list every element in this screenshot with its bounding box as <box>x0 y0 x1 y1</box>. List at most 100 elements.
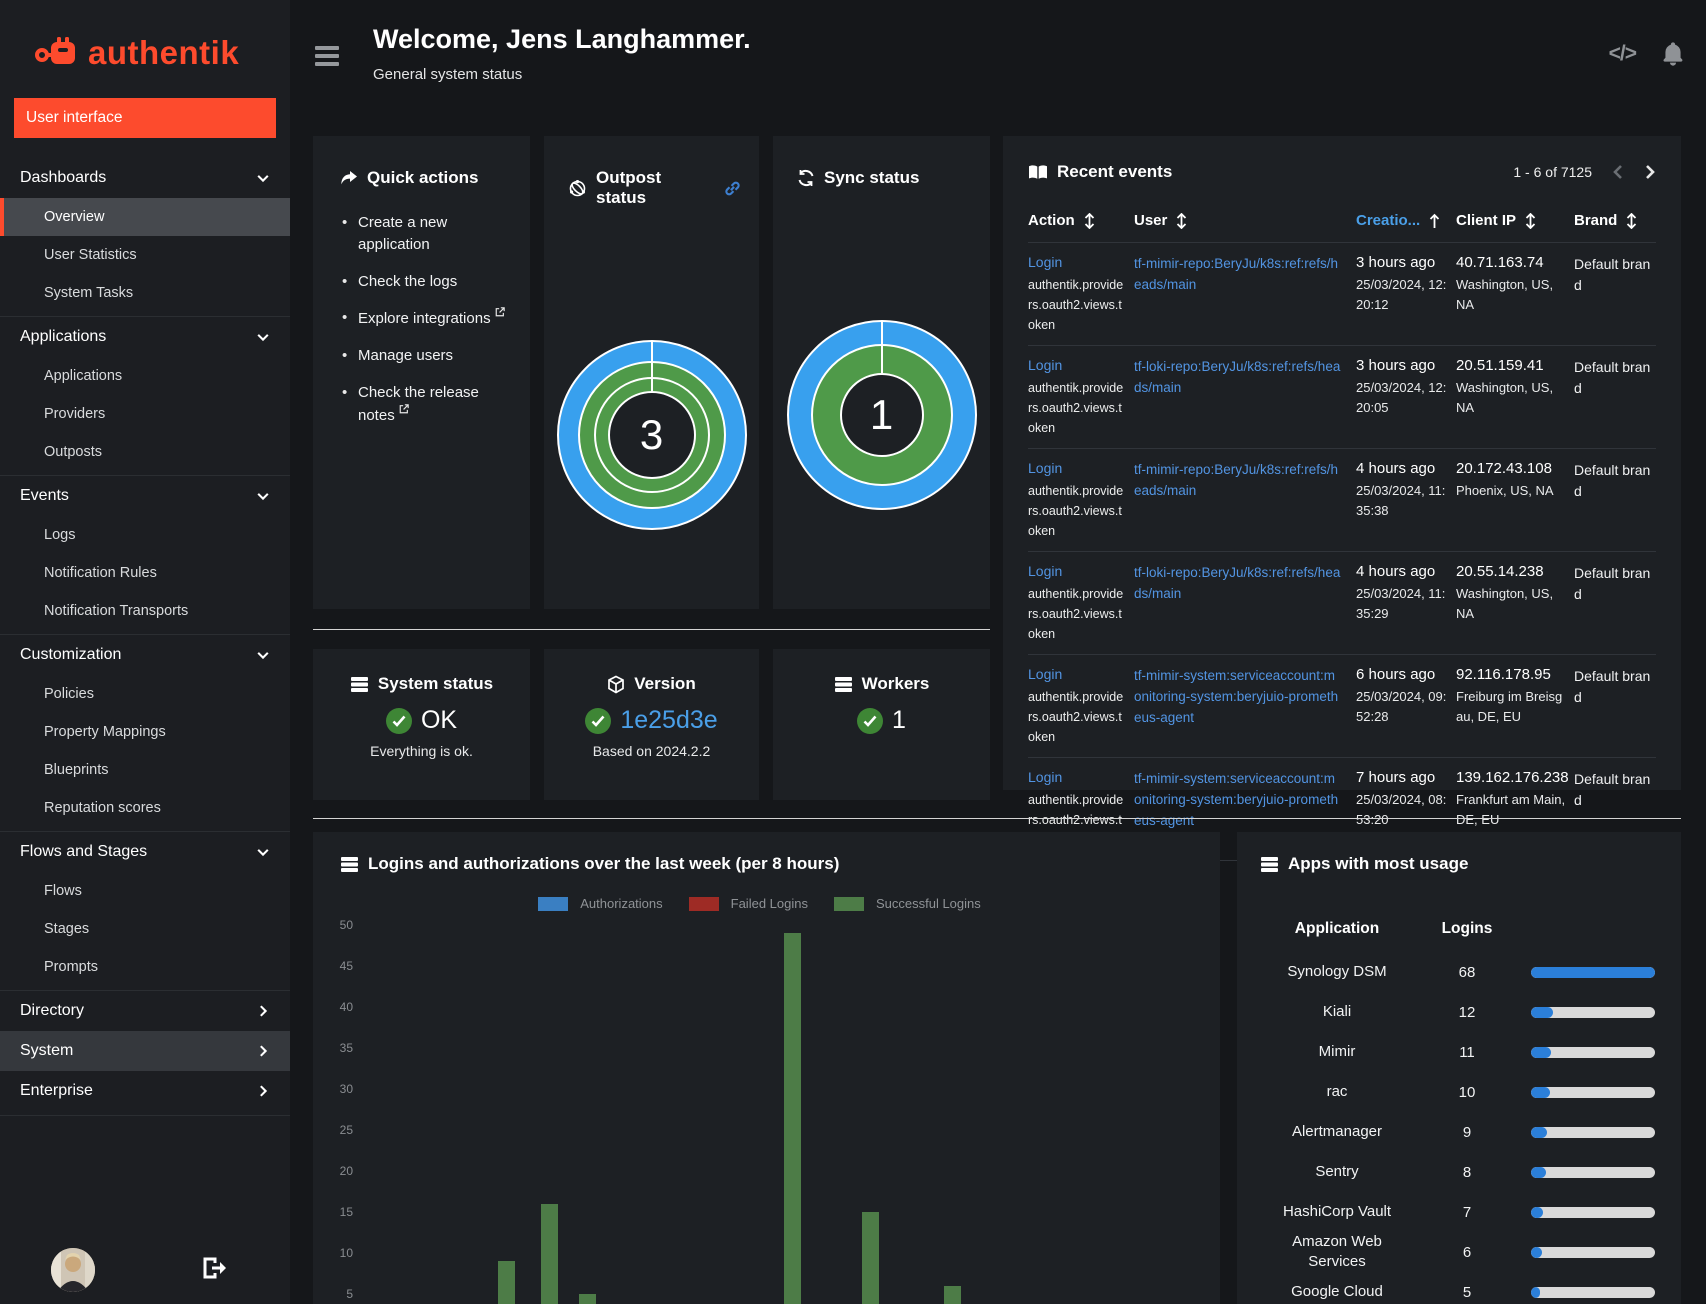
sidebar-item-notification-transports[interactable]: Notification Transports <box>0 592 290 630</box>
user-avatar[interactable] <box>51 1248 95 1292</box>
event-client-ip: 139.162.176.238 <box>1456 769 1569 786</box>
column-label: Action <box>1028 212 1075 229</box>
sidebar-item-prompts[interactable]: Prompts <box>0 948 290 986</box>
quick-actions-card: Quick actions Create a new application Ch… <box>313 136 530 609</box>
app-logins-count: 68 <box>1458 963 1476 981</box>
sidebar-section-system[interactable]: System <box>0 1031 290 1071</box>
sidebar-item-system-tasks[interactable]: System Tasks <box>0 274 290 312</box>
event-row: Login authentik.providers.oauth2.views.to… <box>1028 449 1656 552</box>
version-value-link[interactable]: 1e25d3e <box>620 706 717 735</box>
event-user-link[interactable]: tf-mimir-system:serviceaccount:monitorin… <box>1134 769 1356 832</box>
event-timestamp: 25/03/2024, 09:52:28 <box>1356 689 1447 725</box>
y-axis-tick: 40 <box>339 1000 353 1014</box>
sidebar-item-reputation-scores[interactable]: Reputation scores <box>0 789 290 827</box>
app-logins-count: 7 <box>1462 1203 1472 1221</box>
authentik-logo[interactable]: authentik <box>0 0 290 72</box>
event-action-link[interactable]: Login <box>1028 254 1062 270</box>
user-interface-button[interactable]: User interface <box>14 98 276 138</box>
sidebar-section-events[interactable]: Events <box>0 476 290 516</box>
quick-action-check-the-logs[interactable]: Check the logs <box>340 271 505 293</box>
event-user-link[interactable]: tf-mimir-repo:BeryJu/k8s:ref:refs/heads/… <box>1134 460 1356 502</box>
event-action-link[interactable]: Login <box>1028 563 1062 579</box>
sidebar-item-stages[interactable]: Stages <box>0 910 290 948</box>
app-usage-row: Kiali 12 <box>1237 992 1681 1032</box>
y-axis-tick: 30 <box>339 1082 353 1096</box>
sidebar-item-logs[interactable]: Logs <box>0 516 290 554</box>
sort-header-brand[interactable]: Brand <box>1574 212 1656 229</box>
event-user-link[interactable]: tf-loki-repo:BeryJu/k8s:ref:refs/heads/m… <box>1134 357 1356 399</box>
sort-icon <box>1176 212 1187 229</box>
app-name: Synology DSM <box>1287 962 1387 980</box>
apps-table-header: Application Logins <box>1237 920 1681 938</box>
sidebar-item-outposts[interactable]: Outposts <box>0 433 290 471</box>
outpost-link-icon[interactable] <box>724 180 741 197</box>
sort-header-user[interactable]: User <box>1134 212 1356 229</box>
sidebar-item-applications[interactable]: Applications <box>0 357 290 395</box>
quick-action-manage-users[interactable]: Manage users <box>340 345 505 367</box>
system-status-value: OK <box>420 706 458 734</box>
logins-chart-title: Logins and authorizations over the last … <box>368 854 840 873</box>
sync-status-title: Sync status <box>824 168 920 187</box>
sidebar-section-applications[interactable]: Applications <box>0 317 290 357</box>
api-code-icon[interactable]: </> <box>1609 42 1637 66</box>
event-action-link[interactable]: Login <box>1028 769 1062 785</box>
bundle-icon <box>607 675 625 694</box>
sidebar-section-dashboards[interactable]: Dashboards <box>0 158 290 198</box>
quick-action-create-a-new-application[interactable]: Create a new application <box>340 212 505 256</box>
sidebar-item-blueprints[interactable]: Blueprints <box>0 751 290 789</box>
previous-page-button[interactable] <box>1612 164 1624 180</box>
event-action-link[interactable]: Login <box>1028 666 1062 682</box>
sidebar-item-property-mappings[interactable]: Property Mappings <box>0 713 290 751</box>
sidebar-item-policies[interactable]: Policies <box>0 675 290 713</box>
app-usage-progress <box>1531 1287 1655 1298</box>
sort-header-creatio[interactable]: Creatio... <box>1356 212 1456 229</box>
book-icon <box>1028 164 1048 181</box>
page-subtitle: General system status <box>373 66 523 83</box>
server-icon <box>340 856 359 873</box>
page-title: Welcome, Jens Langhammer. <box>373 24 751 54</box>
sidebar-item-overview[interactable]: Overview <box>0 198 290 236</box>
successful-logins-bar <box>578 1294 596 1304</box>
y-axis-tick: 35 <box>339 1041 353 1055</box>
sidebar-section-flows-and-stages[interactable]: Flows and Stages <box>0 832 290 872</box>
event-action-link[interactable]: Login <box>1028 460 1062 476</box>
sort-icon <box>1626 212 1637 229</box>
sidebar-item-user-statistics[interactable]: User Statistics <box>0 236 290 274</box>
sidebar-item-flows[interactable]: Flows <box>0 872 290 910</box>
quick-action-explore-integrations[interactable]: Explore integrations <box>340 307 505 330</box>
event-user-link[interactable]: tf-mimir-system:serviceaccount:monitorin… <box>1134 666 1356 729</box>
legend-label: Authorizations <box>580 896 663 911</box>
sidebar-section-directory[interactable]: Directory <box>0 991 290 1031</box>
next-page-button[interactable] <box>1644 164 1656 180</box>
event-context: authentik.providers.oauth2.views.token <box>1028 381 1124 435</box>
notification-bell-icon[interactable] <box>1662 42 1684 66</box>
event-user-link[interactable]: tf-loki-repo:BeryJu/k8s:ref:refs/heads/m… <box>1134 563 1356 605</box>
event-time-ago: 4 hours ago <box>1356 460 1436 477</box>
column-label: Creatio... <box>1356 212 1421 229</box>
legend-swatch-successful-logins <box>833 896 864 911</box>
sidebar-section-customization[interactable]: Customization <box>0 635 290 675</box>
workers-title: Workers <box>861 674 930 693</box>
sort-header-action[interactable]: Action <box>1028 212 1134 229</box>
server-icon <box>350 676 369 693</box>
apps-usage-card: Apps with most usage Application Logins … <box>1237 832 1681 1304</box>
donut-value: 3 <box>639 411 664 458</box>
app-name: Alertmanager <box>1291 1122 1383 1140</box>
event-action-link[interactable]: Login <box>1028 357 1062 373</box>
event-context: authentik.providers.oauth2.views.token <box>1028 690 1124 744</box>
sidebar-section-enterprise[interactable]: Enterprise <box>0 1071 290 1111</box>
app-usage-row: rac 10 <box>1237 1072 1681 1112</box>
event-time-ago: 6 hours ago <box>1356 666 1436 683</box>
sync-icon <box>797 169 815 187</box>
y-axis-tick: 25 <box>339 1123 353 1137</box>
sidebar-item-notification-rules[interactable]: Notification Rules <box>0 554 290 592</box>
brand-name: authentik <box>88 34 240 71</box>
sidebar-item-providers[interactable]: Providers <box>0 395 290 433</box>
sidebar-toggle-button[interactable] <box>315 46 341 68</box>
sign-out-icon[interactable] <box>202 1256 232 1282</box>
sort-header-client-ip[interactable]: Client IP <box>1456 212 1574 229</box>
event-user-link[interactable]: tf-mimir-repo:BeryJu/k8s:ref:refs/heads/… <box>1134 254 1356 296</box>
chevron-down-icon <box>256 171 270 185</box>
quick-action-check-the-release-notes[interactable]: Check the release notes <box>340 382 505 427</box>
system-status-title: System status <box>377 674 494 693</box>
